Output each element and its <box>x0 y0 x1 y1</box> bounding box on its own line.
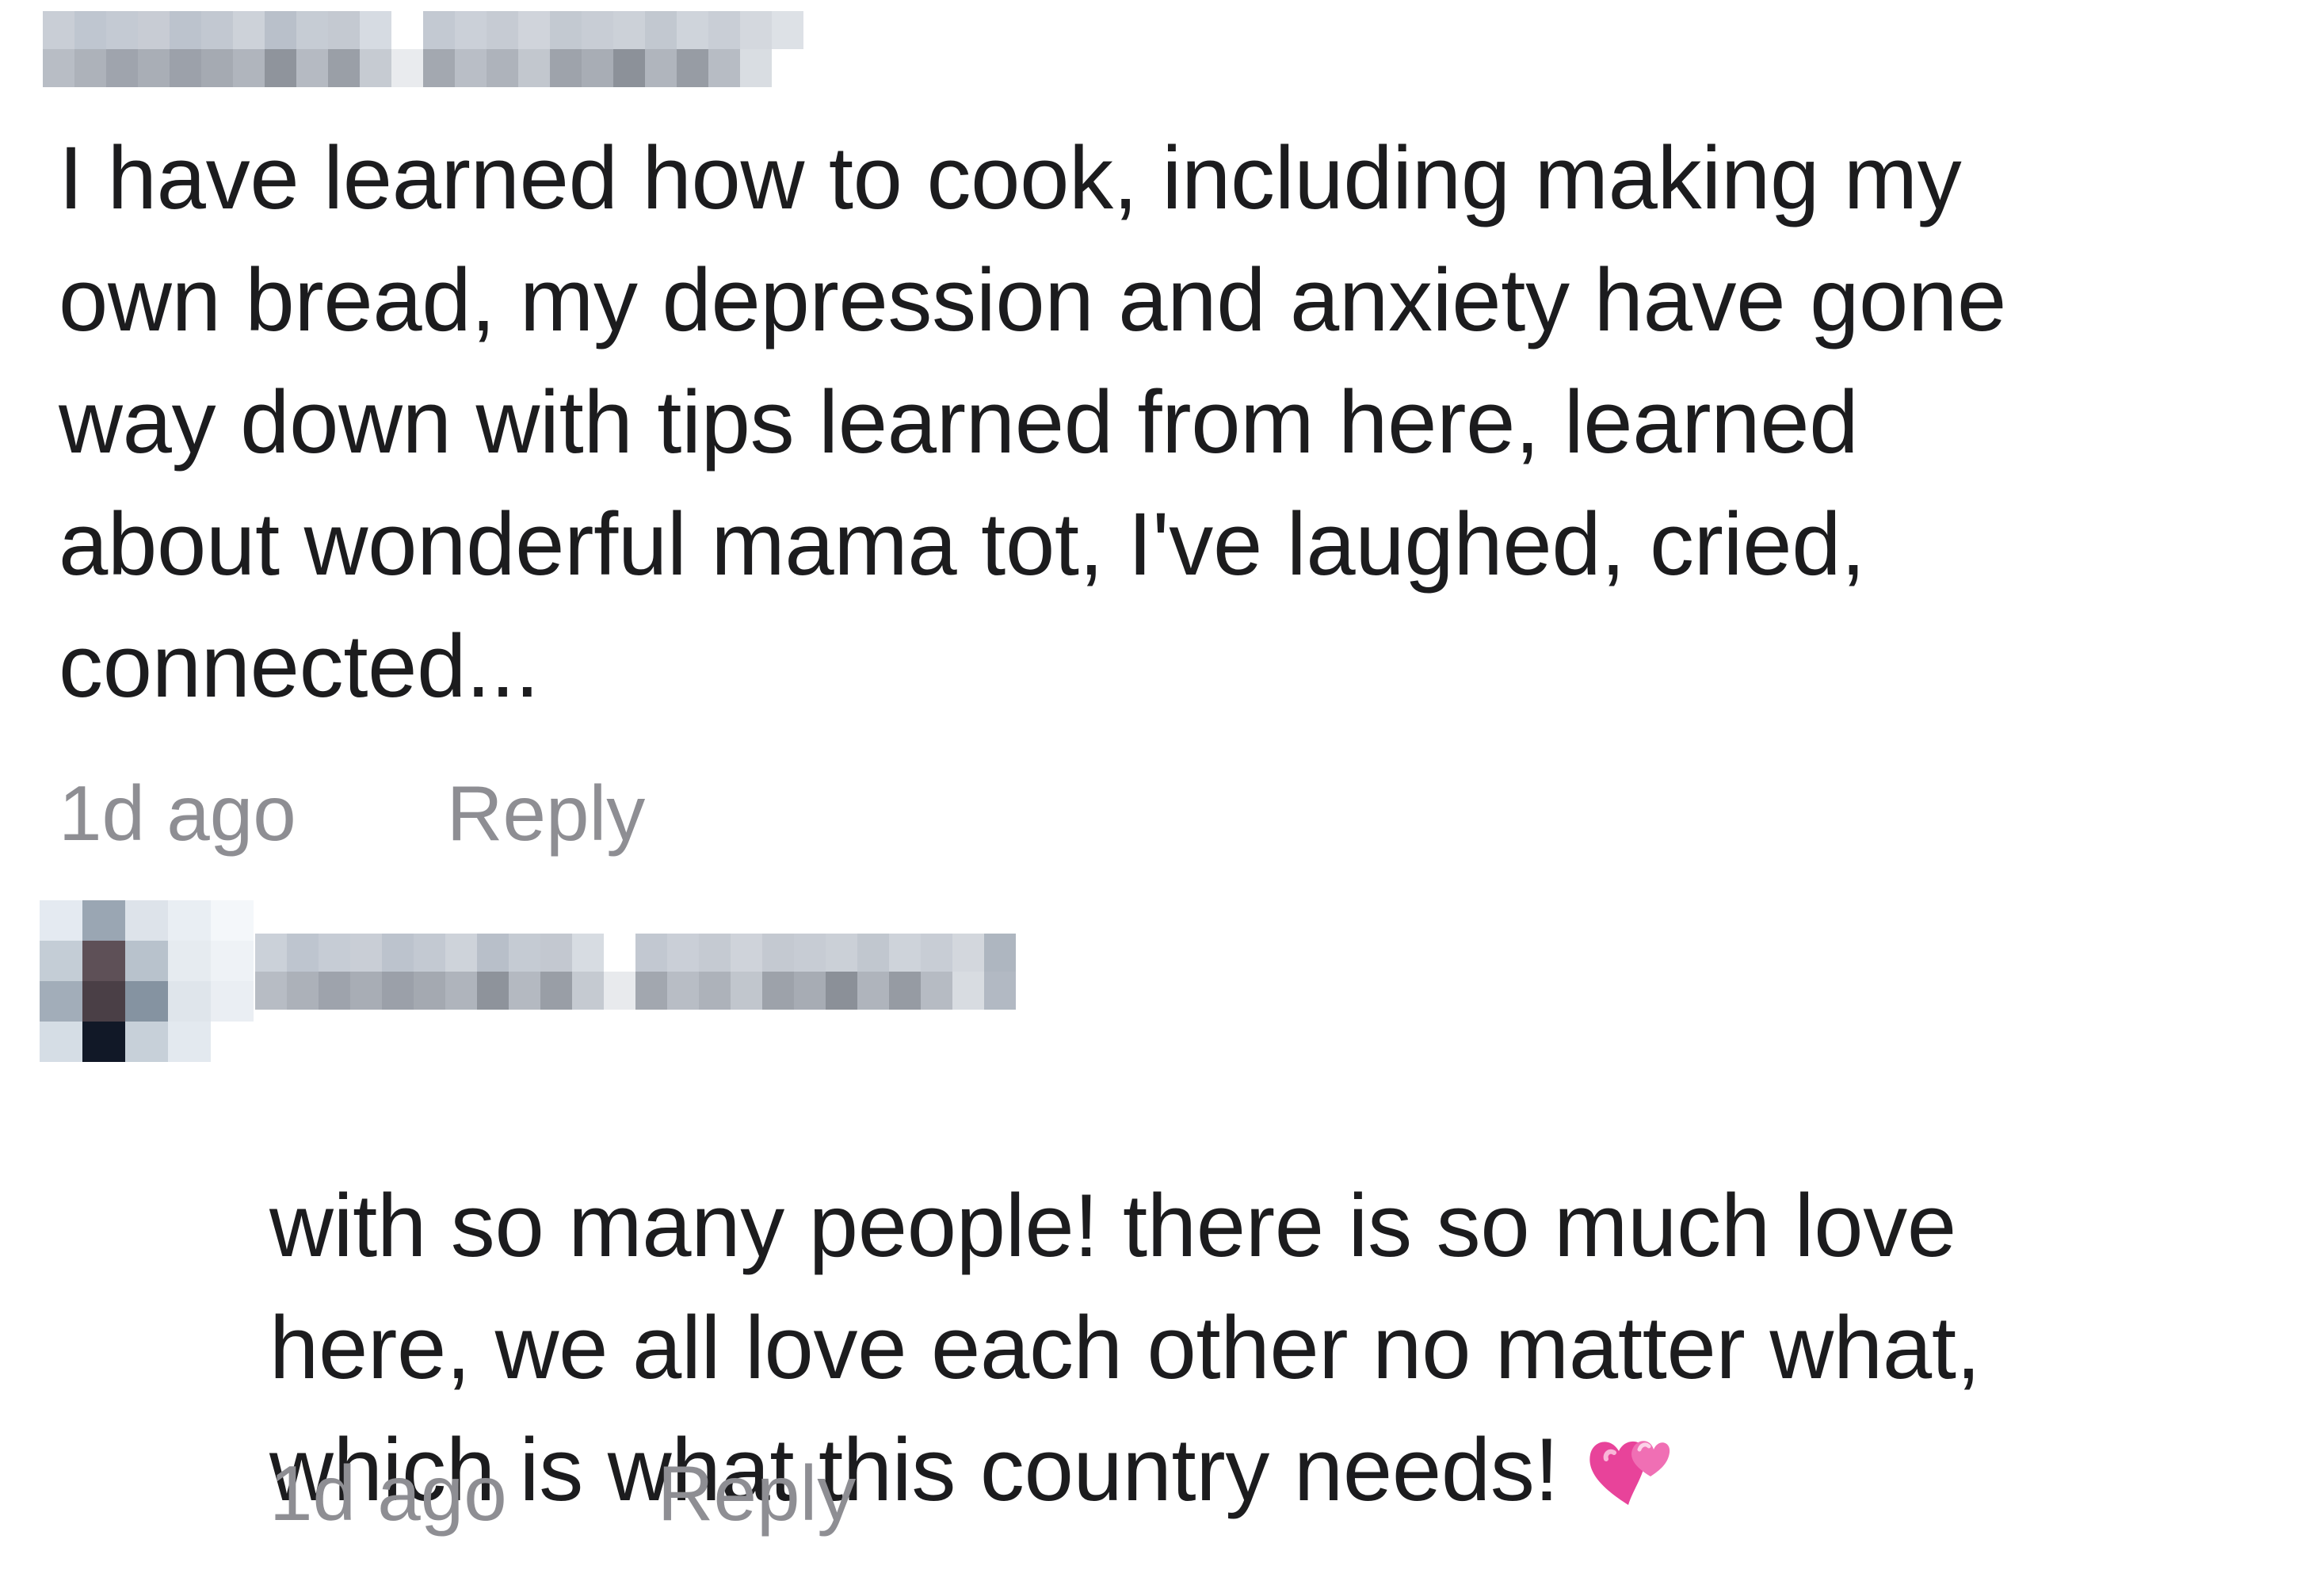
comment-2-timestamp: 1d ago <box>269 1449 507 1537</box>
comment-1-meta: 1d ago Reply <box>59 769 645 858</box>
comment-2-username-blurred[interactable] <box>255 934 1016 1010</box>
two-hearts-icon <box>1582 1417 1671 1539</box>
comment-1-reply-button[interactable]: Reply <box>447 769 646 858</box>
comment-2-meta: 1d ago Reply <box>269 1449 856 1538</box>
comment-1-timestamp: 1d ago <box>59 770 296 857</box>
comment-2-reply-button[interactable]: Reply <box>658 1449 857 1538</box>
comment-2-avatar[interactable] <box>40 900 254 1062</box>
comment-1-username-blurred[interactable] <box>43 11 803 87</box>
comment-1-text: I have learned how to cook, including ma… <box>59 128 2007 716</box>
